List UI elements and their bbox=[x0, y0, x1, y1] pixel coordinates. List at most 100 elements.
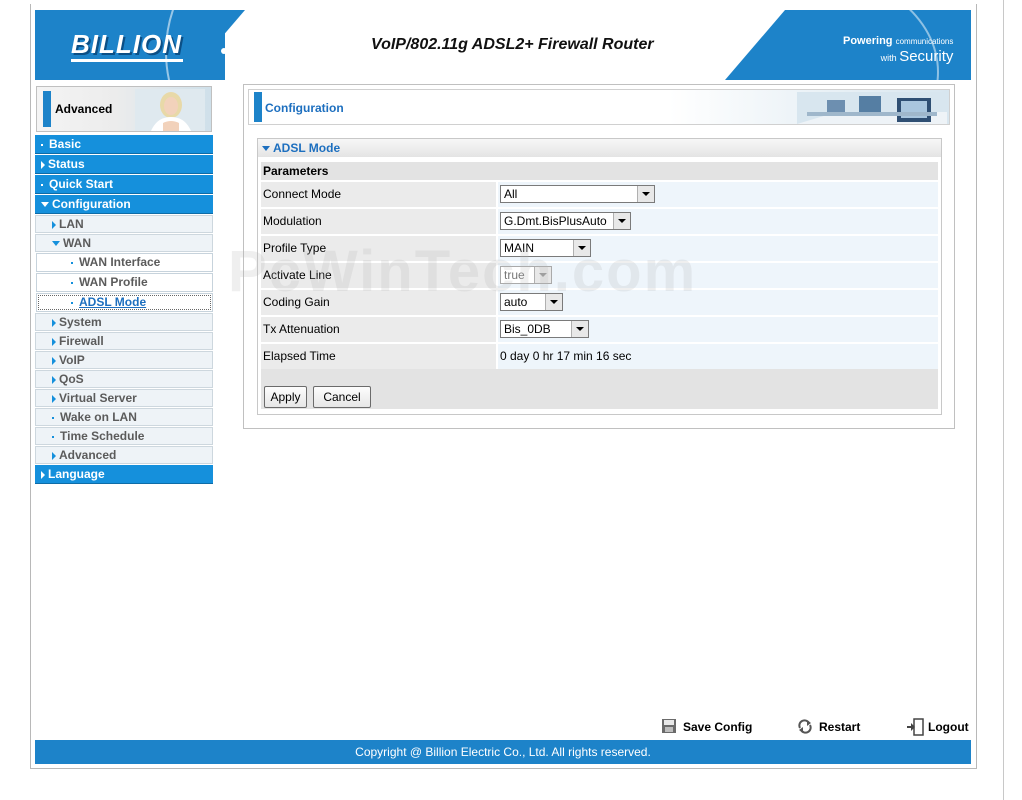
panel-title: ADSL Mode bbox=[273, 141, 341, 155]
adsl-mode-panel: ADSL Mode Parameters Connect Mode All Mo… bbox=[257, 138, 942, 415]
bullet-icon bbox=[41, 143, 43, 146]
dropdown-arrow-icon bbox=[613, 213, 630, 229]
coding-gain-label: Coding Gain bbox=[261, 290, 496, 315]
tx-attenuation-cell: Bis_0DB bbox=[498, 317, 938, 342]
row-activate-line: Activate Line true bbox=[261, 263, 938, 288]
slogan-powering: Powering bbox=[843, 35, 893, 47]
sidebar-item-label: WAN Interface bbox=[79, 255, 161, 269]
coding-gain-cell: auto bbox=[498, 290, 938, 315]
sidebar-item-label: Wake on LAN bbox=[60, 410, 137, 424]
sidebar-item-label: LAN bbox=[59, 217, 84, 231]
triangle-right-icon bbox=[52, 220, 56, 229]
bullet-icon bbox=[41, 183, 43, 186]
slogan-with: with bbox=[880, 53, 897, 63]
slogan-security: Security bbox=[899, 48, 954, 65]
collapse-triangle-icon bbox=[262, 146, 270, 152]
header-banner: BILLION VoIP/802.11g ADSL2+ Firewall Rou… bbox=[35, 10, 971, 80]
triangle-right-icon bbox=[52, 394, 56, 403]
connect-mode-label: Connect Mode bbox=[261, 182, 496, 207]
sidebar-item-label: Time Schedule bbox=[60, 429, 145, 443]
triangle-right-icon bbox=[52, 375, 56, 384]
modulation-label: Modulation bbox=[261, 209, 496, 234]
activate-line-label: Activate Line bbox=[261, 263, 496, 288]
sidebar-item-label: Basic bbox=[49, 137, 82, 151]
sidebar-item-system[interactable]: System bbox=[35, 313, 213, 331]
sidebar-item-advanced[interactable]: Advanced bbox=[35, 446, 213, 464]
sidebar-item-time-schedule[interactable]: Time Schedule bbox=[35, 427, 213, 445]
connect-mode-cell: All bbox=[498, 182, 938, 207]
sidebar-item-wan-profile[interactable]: WAN Profile bbox=[36, 273, 213, 292]
decorative-dot bbox=[687, 72, 693, 78]
sidebar-item-status[interactable]: Status bbox=[35, 155, 213, 174]
apply-button[interactable]: Apply bbox=[264, 386, 307, 408]
sidebar-item-wake-on-lan[interactable]: Wake on LAN bbox=[35, 408, 213, 426]
product-title: VoIP/802.11g ADSL2+ Firewall Router bbox=[371, 36, 654, 53]
sidebar-item-adsl-mode[interactable]: ADSL Mode bbox=[36, 293, 213, 312]
sidebar-item-label: Quick Start bbox=[49, 177, 114, 191]
sidebar-item-virtual-server[interactable]: Virtual Server bbox=[35, 389, 213, 407]
decorative-dot bbox=[305, 12, 311, 18]
bullet-icon bbox=[52, 416, 54, 419]
coding-gain-select[interactable]: auto bbox=[500, 293, 563, 311]
sidebar-item-wan[interactable]: WAN bbox=[35, 234, 213, 252]
restart-label: Restart bbox=[819, 720, 861, 734]
decorative-dot bbox=[221, 48, 227, 54]
sidebar-item-label: VoIP bbox=[59, 353, 85, 367]
footer-bar: Copyright @ Billion Electric Co., Ltd. A… bbox=[35, 740, 971, 764]
elapsed-time-label: Elapsed Time bbox=[261, 344, 496, 369]
sidebar-item-label: Advanced bbox=[59, 448, 117, 462]
bullet-icon bbox=[71, 281, 73, 284]
coding-gain-value: auto bbox=[504, 295, 528, 309]
modulation-select[interactable]: G.Dmt.BisPlusAuto bbox=[500, 212, 631, 230]
tx-attenuation-label: Tx Attenuation bbox=[261, 317, 496, 342]
triangle-right-icon bbox=[41, 470, 45, 479]
sidebar-item-voip[interactable]: VoIP bbox=[35, 351, 213, 369]
row-profile-type: Profile Type MAIN bbox=[261, 236, 938, 261]
dropdown-arrow-icon bbox=[573, 240, 590, 256]
connect-mode-select[interactable]: All bbox=[500, 185, 655, 203]
panel-header[interactable]: ADSL Mode bbox=[258, 139, 941, 157]
connect-mode-value: All bbox=[504, 187, 518, 201]
sidebar-item-label: QoS bbox=[59, 372, 84, 386]
parameters-heading: Parameters bbox=[261, 162, 938, 180]
billion-logo: BILLION bbox=[71, 29, 182, 59]
window-edge bbox=[1003, 0, 1004, 800]
content-area: Configuration ADSL Mode Parameters Conne… bbox=[243, 84, 955, 429]
sidebar-item-firewall[interactable]: Firewall bbox=[35, 332, 213, 350]
sidebar-item-label: Status bbox=[48, 157, 85, 171]
slogan-communications: communications bbox=[895, 37, 954, 46]
sidebar-item-label: Language bbox=[48, 467, 105, 481]
triangle-right-icon bbox=[52, 356, 56, 365]
cancel-button[interactable]: Cancel bbox=[313, 386, 371, 408]
sidebar-item-lan[interactable]: LAN bbox=[35, 215, 213, 233]
save-config-label: Save Config bbox=[683, 720, 753, 734]
profile-type-value: MAIN bbox=[504, 241, 534, 255]
advanced-mode-banner: Advanced bbox=[36, 86, 212, 132]
triangle-right-icon bbox=[52, 451, 56, 460]
sidebar-item-quick-start[interactable]: Quick Start bbox=[35, 175, 213, 194]
profile-type-select[interactable]: MAIN bbox=[500, 239, 591, 257]
elapsed-time-value: 0 day 0 hr 17 min 16 sec bbox=[498, 344, 938, 369]
sidebar-item-qos[interactable]: QoS bbox=[35, 370, 213, 388]
sidebar-item-basic[interactable]: Basic bbox=[35, 135, 213, 154]
section-header: Configuration bbox=[248, 89, 950, 125]
sidebar-item-configuration[interactable]: Configuration bbox=[35, 195, 213, 214]
triangle-down-icon bbox=[41, 202, 49, 208]
logout-label: Logout bbox=[928, 720, 969, 734]
triangle-right-icon bbox=[41, 160, 45, 169]
activate-line-cell: true bbox=[498, 263, 938, 288]
activate-line-select: true bbox=[500, 266, 552, 284]
woman-photo-icon bbox=[135, 89, 205, 131]
sidebar-item-label: ADSL Mode bbox=[79, 295, 147, 309]
modulation-value: G.Dmt.BisPlusAuto bbox=[504, 214, 607, 228]
dropdown-arrow-icon bbox=[545, 294, 562, 310]
sidebar-item-language[interactable]: Language bbox=[35, 465, 213, 484]
tx-attenuation-select[interactable]: Bis_0DB bbox=[500, 320, 589, 338]
dropdown-arrow-icon bbox=[571, 321, 588, 337]
sidebar-item-wan-interface[interactable]: WAN Interface bbox=[36, 253, 213, 272]
logout-door-icon bbox=[907, 718, 924, 736]
row-connect-mode: Connect Mode All bbox=[261, 182, 938, 207]
office-illustration-icon bbox=[797, 92, 947, 124]
bullet-icon bbox=[71, 301, 73, 304]
row-coding-gain: Coding Gain auto bbox=[261, 290, 938, 315]
